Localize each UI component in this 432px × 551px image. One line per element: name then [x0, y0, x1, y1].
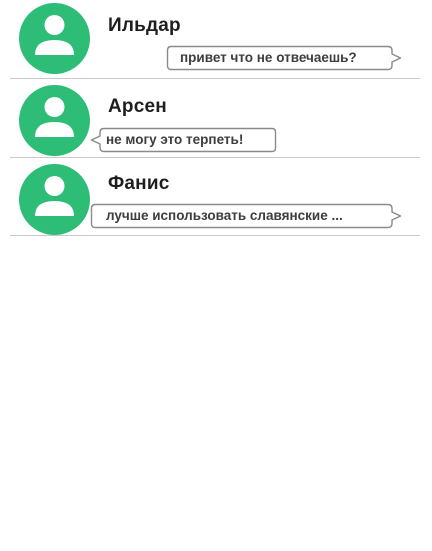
message-bubble: лучше использовать славянские ...: [90, 203, 402, 229]
contact-name: Ильдар: [108, 15, 181, 36]
contact-name: Арсен: [108, 96, 167, 117]
last-message-text: привет что не отвечаешь?: [180, 50, 357, 65]
last-message-text: не могу это терпеть!: [106, 132, 244, 147]
last-message-text: лучше использовать славянские ...: [106, 208, 343, 223]
person-avatar-icon: [19, 164, 90, 235]
person-avatar-icon: [19, 85, 90, 156]
divider: [10, 235, 420, 236]
person-avatar-icon: [19, 3, 90, 74]
chat-list-item[interactable]: Ильдар привет что не отвечаешь?: [0, 0, 432, 78]
chat-list: Ильдар привет что не отвечаешь? Арсен не…: [0, 0, 432, 551]
contact-name: Фанис: [108, 173, 170, 194]
message-bubble: привет что не отвечаешь?: [166, 45, 402, 71]
message-bubble: не могу это терпеть!: [90, 127, 277, 153]
